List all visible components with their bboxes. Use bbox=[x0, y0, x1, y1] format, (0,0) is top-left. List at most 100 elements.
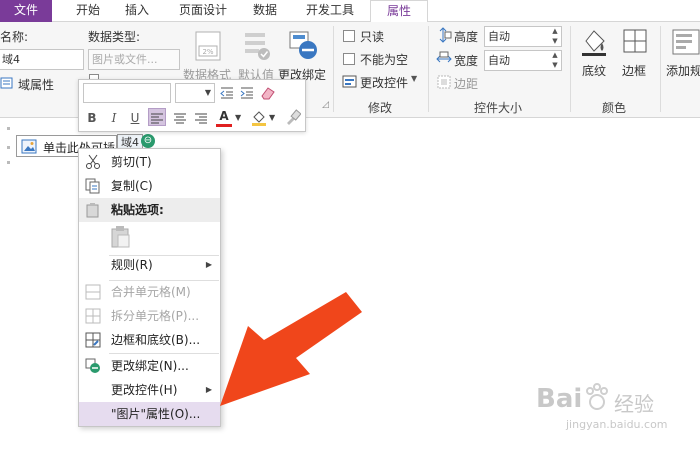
paste-icon bbox=[86, 203, 99, 218]
fill-color-icon[interactable] bbox=[251, 109, 267, 127]
selection-handle bbox=[7, 161, 10, 164]
menu-item-merge-cells-label: 合并单元格(M) bbox=[111, 285, 191, 299]
data-type-select[interactable]: 图片或文件... bbox=[88, 49, 180, 70]
font-name-select[interactable] bbox=[83, 83, 171, 103]
not-empty-checkbox[interactable] bbox=[343, 53, 355, 65]
width-label: 宽度 bbox=[454, 54, 479, 68]
menu-item-split-cells[interactable]: 拆分单元格(P)... bbox=[79, 304, 220, 328]
submenu-arrow-icon: ▶ bbox=[205, 260, 212, 269]
add-rule-button[interactable]: 添加规 bbox=[666, 62, 700, 79]
menu-item-split-cells-label: 拆分单元格(P)... bbox=[111, 309, 200, 323]
increase-indent-icon[interactable] bbox=[239, 85, 255, 101]
height-icon bbox=[439, 27, 452, 43]
border-icon bbox=[623, 29, 647, 53]
data-format-icon: 2% bbox=[195, 31, 221, 61]
menu-item-copy[interactable]: 复制(C) bbox=[79, 174, 220, 198]
font-color-button[interactable]: A bbox=[215, 107, 233, 125]
not-empty-label: 不能为空 bbox=[360, 53, 409, 67]
color-group-label: 颜色 bbox=[602, 101, 627, 115]
change-control-button[interactable]: 更改控件 bbox=[360, 74, 408, 91]
menu-item-paste-options: 粘贴选项: bbox=[79, 198, 220, 222]
change-binding-icon bbox=[85, 358, 100, 373]
split-cells-icon bbox=[85, 308, 101, 324]
field-properties-icon bbox=[0, 77, 13, 89]
menu-item-borders-shading-label: 边框和底纹(B)... bbox=[111, 333, 201, 347]
font-size-select[interactable]: ▼ bbox=[175, 83, 215, 103]
tab-properties[interactable]: 属性 bbox=[370, 0, 428, 23]
italic-button[interactable]: I bbox=[105, 109, 123, 127]
control-size-group-label: 控件大小 bbox=[474, 101, 523, 115]
menu-item-change-control-label: 更改控件(H) bbox=[111, 383, 178, 397]
watermark-url: jingyan.baidu.com bbox=[566, 418, 668, 431]
clear-format-icon[interactable] bbox=[259, 85, 277, 101]
height-spinner[interactable]: ▲ ▼ bbox=[550, 26, 560, 47]
minus-icon[interactable]: ⊖ bbox=[141, 134, 155, 148]
align-left-button[interactable] bbox=[148, 108, 166, 126]
width-icon bbox=[436, 51, 452, 63]
align-center-button[interactable] bbox=[171, 109, 189, 127]
tab-page-design[interactable]: 页面设计 bbox=[165, 0, 241, 22]
align-right-button[interactable] bbox=[192, 109, 210, 127]
width-spinner[interactable]: ▲ ▼ bbox=[550, 50, 560, 71]
default-value-icon bbox=[245, 33, 270, 60]
dialog-launcher-icon[interactable]: ◿ bbox=[322, 100, 329, 110]
shading-button[interactable]: 底纹 bbox=[582, 62, 606, 79]
watermark-brand-cn: 经验 bbox=[614, 392, 654, 416]
group-separator bbox=[428, 26, 429, 112]
border-button[interactable]: 边框 bbox=[622, 62, 646, 79]
name-field[interactable]: 域4 bbox=[0, 49, 84, 70]
menu-item-borders-shading[interactable]: 边框和底纹(B)... bbox=[79, 328, 220, 352]
borders-icon bbox=[85, 332, 101, 348]
menu-item-paste-label: 粘贴选项: bbox=[111, 203, 164, 217]
height-label: 高度 bbox=[454, 30, 479, 44]
align-center-icon bbox=[174, 113, 186, 124]
cut-icon bbox=[86, 154, 100, 169]
menu-item-change-control[interactable]: 更改控件(H) ▶ bbox=[79, 378, 220, 402]
tab-data[interactable]: 数据 bbox=[245, 0, 285, 22]
change-binding-icon bbox=[289, 31, 317, 59]
data-format-badge: 2% bbox=[202, 48, 213, 56]
format-painter-icon[interactable] bbox=[285, 109, 301, 125]
app-window: 文件 开始 插入 页面设计 数据 开发工具 属性 名称: 域4 域属性 数据类型… bbox=[0, 0, 700, 450]
paw-logo-icon bbox=[586, 383, 608, 410]
paste-icon[interactable] bbox=[110, 225, 132, 249]
menu-item-merge-cells[interactable]: 合并单元格(M) bbox=[79, 280, 220, 304]
context-menu: 剪切(T) 复制(C) 粘贴选项: 规则(R) ▶ 合并单元格(M) 拆分单元格… bbox=[78, 148, 221, 427]
watermark-brand: Bai bbox=[536, 384, 583, 414]
chevron-down-icon[interactable]: ▼ bbox=[269, 113, 275, 122]
bold-button[interactable]: B bbox=[83, 109, 101, 127]
copy-icon bbox=[85, 178, 100, 194]
selection-handle bbox=[7, 127, 10, 130]
menu-item-cut[interactable]: 剪切(T) bbox=[79, 150, 220, 174]
field-properties-button[interactable]: 域属性 bbox=[18, 76, 54, 93]
selection-handle bbox=[7, 146, 10, 149]
menu-item-picture-properties[interactable]: "图片"属性(O)... bbox=[79, 402, 220, 426]
merge-cells-icon bbox=[85, 284, 101, 300]
align-right-icon bbox=[195, 113, 207, 124]
menu-item-rules-label: 规则(R) bbox=[111, 258, 153, 272]
tab-home[interactable]: 开始 bbox=[62, 0, 114, 22]
readonly-label: 只读 bbox=[360, 30, 385, 44]
menu-item-copy-label: 复制(C) bbox=[111, 179, 153, 193]
tab-file[interactable]: 文件 bbox=[0, 0, 52, 22]
underline-button[interactable]: U bbox=[126, 109, 144, 127]
tab-insert[interactable]: 插入 bbox=[114, 0, 160, 22]
readonly-checkbox[interactable] bbox=[343, 30, 355, 42]
menu-item-rules[interactable]: 规则(R) ▶ bbox=[79, 253, 220, 277]
chevron-down-icon[interactable]: ▼ bbox=[411, 74, 417, 83]
menu-item-change-binding-label: 更改绑定(N)... bbox=[111, 359, 189, 373]
group-separator bbox=[660, 26, 661, 112]
modify-group-label: 修改 bbox=[368, 101, 393, 115]
shading-icon bbox=[582, 30, 606, 56]
data-type-label: 数据类型: bbox=[88, 30, 141, 44]
align-left-icon bbox=[151, 113, 163, 124]
margin-button[interactable]: 边距 bbox=[454, 75, 478, 92]
menu-item-change-binding[interactable]: 更改绑定(N)... bbox=[79, 354, 220, 378]
decrease-indent-icon[interactable] bbox=[219, 85, 235, 101]
mini-toolbar: ▼ B I U A ▼ ▼ bbox=[78, 79, 306, 132]
ribbon-tab-bar: 文件 开始 插入 页面设计 数据 开发工具 属性 bbox=[0, 0, 700, 23]
chevron-down-icon[interactable]: ▼ bbox=[235, 113, 241, 122]
tab-developer[interactable]: 开发工具 bbox=[292, 0, 368, 22]
menu-item-picture-properties-label: "图片"属性(O)... bbox=[111, 407, 201, 421]
name-label: 名称: bbox=[0, 30, 29, 44]
